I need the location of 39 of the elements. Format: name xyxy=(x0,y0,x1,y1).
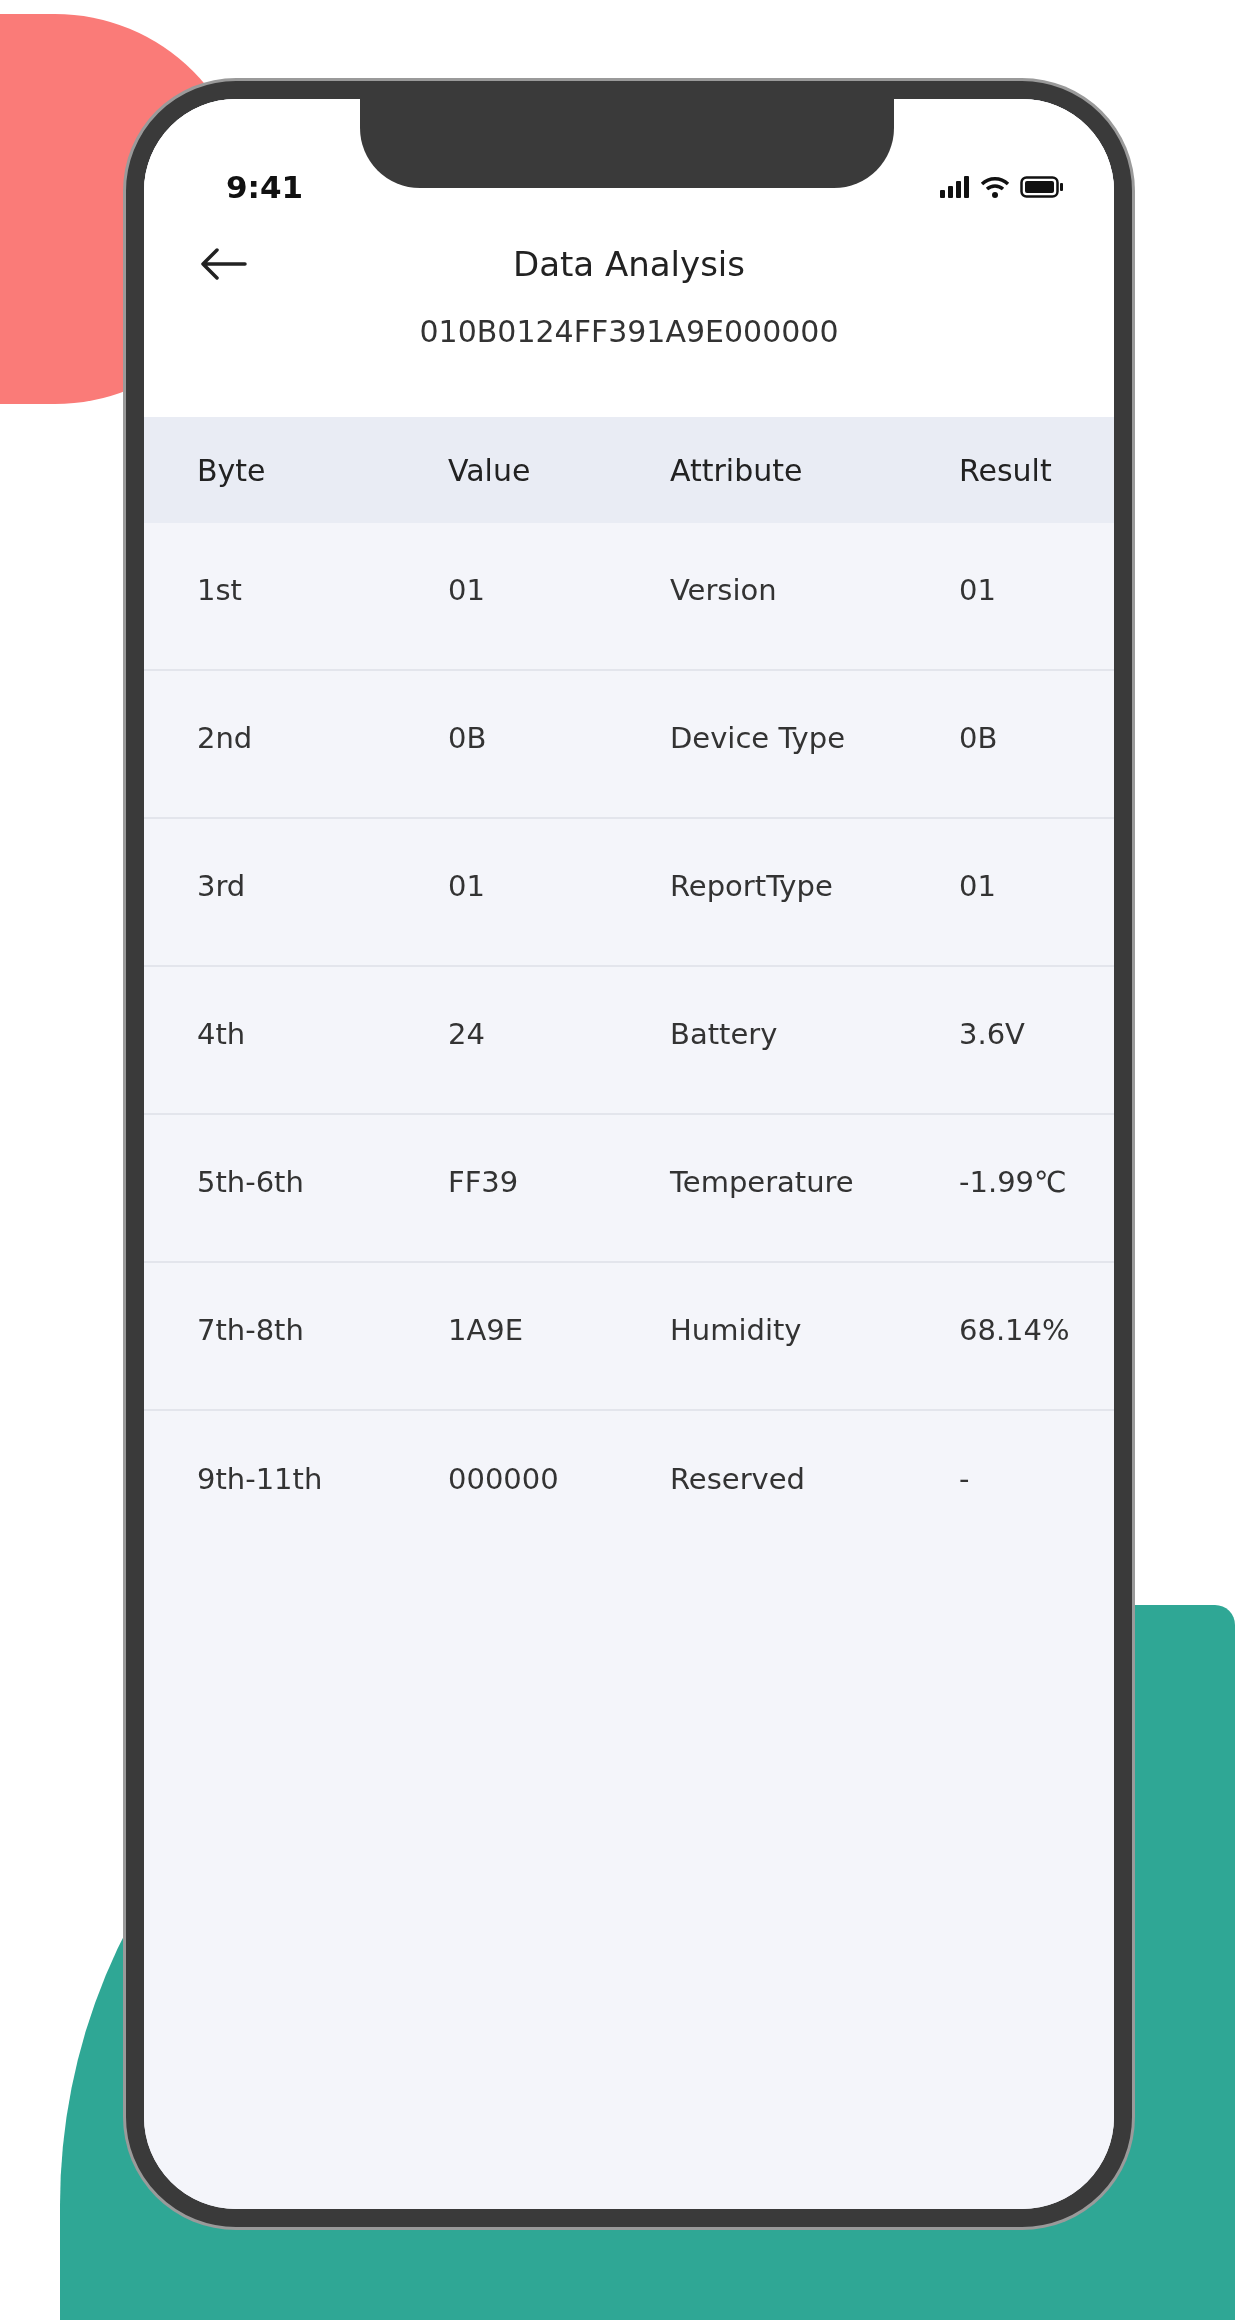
table-cell-text: 7th-8th xyxy=(197,1313,305,1347)
column-header: Value xyxy=(448,452,532,488)
table-cell-text: Version xyxy=(670,573,778,607)
data-string: 010B0124FF391A9E000000 xyxy=(419,313,839,351)
table-cell-text: 0B xyxy=(448,721,488,755)
battery-icon xyxy=(1020,176,1064,198)
status-time: 9:41 xyxy=(226,168,304,207)
table-cell-text: 000000 xyxy=(448,1462,560,1496)
signal-icon xyxy=(940,176,970,198)
table-cell-text: 5th-6th xyxy=(197,1165,305,1199)
table-cell-text: ReportType xyxy=(670,869,834,903)
table-cell-text: 01 xyxy=(959,869,997,903)
table-cell-text: 9th-11th xyxy=(197,1462,324,1496)
table-cell-text: 01 xyxy=(448,573,486,607)
table-cell-text: - xyxy=(959,1462,971,1496)
table-cell-text: 3.6V xyxy=(959,1017,1026,1051)
page-title: Data Analysis xyxy=(512,243,746,286)
table-cell-text: Device Type xyxy=(670,721,846,755)
table-cell-text: 2nd xyxy=(197,721,254,755)
wifi-icon xyxy=(980,176,1010,198)
column-header: Byte xyxy=(197,452,267,488)
table-cell-text: 1st xyxy=(197,573,243,607)
table-cell-text: Battery xyxy=(670,1017,779,1051)
table-cell-text: FF39 xyxy=(448,1165,520,1199)
table-cell-text: 68.14% xyxy=(959,1313,1071,1347)
table-cell-text: Reserved xyxy=(670,1462,806,1496)
table-cell-text: Humidity xyxy=(670,1313,803,1347)
column-header: Attribute xyxy=(670,452,804,488)
table-cell-text: 0B xyxy=(959,721,999,755)
back-arrow-icon[interactable] xyxy=(199,247,247,281)
table-cell-text: 3rd xyxy=(197,869,247,903)
column-header: Result xyxy=(959,452,1053,488)
table-cell-text: Temperature xyxy=(670,1165,855,1199)
table-cell-text: 1A9E xyxy=(448,1313,525,1347)
table-cell-text: -1.99℃ xyxy=(959,1165,1068,1199)
table-cell-text: 01 xyxy=(959,573,997,607)
table-cell-text: 4th xyxy=(197,1017,247,1051)
table-cell-text: 24 xyxy=(448,1017,486,1051)
table-cell-text: 01 xyxy=(448,869,486,903)
